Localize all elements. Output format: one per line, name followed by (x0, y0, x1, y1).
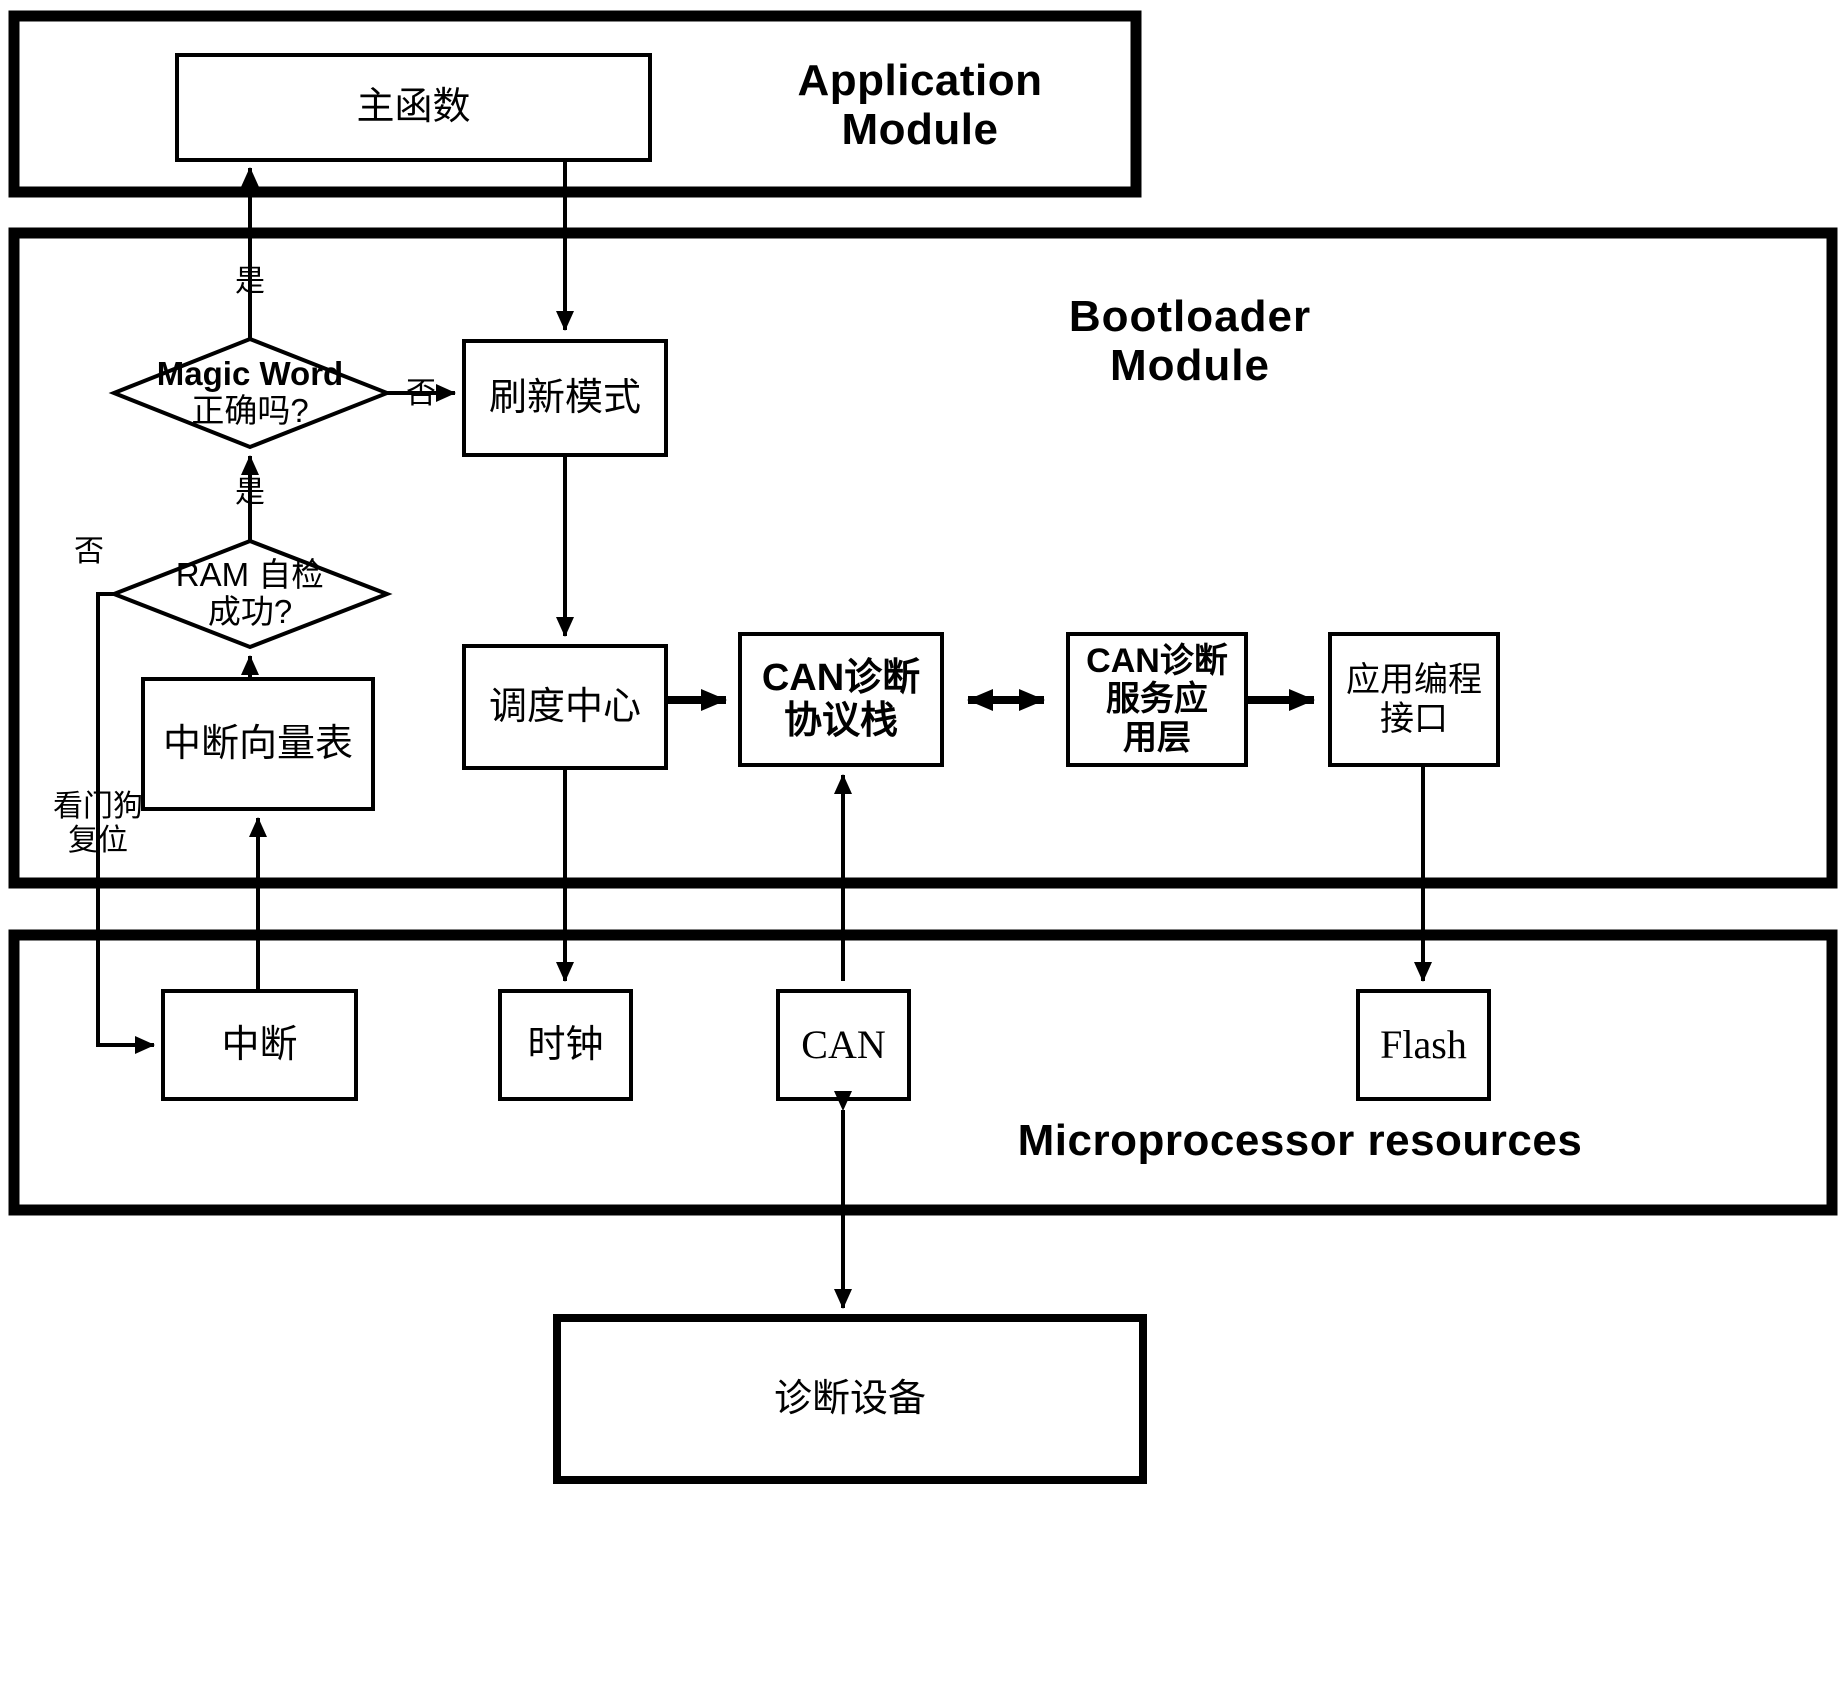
interrupt-vector-table-label: 中断向量表 (162, 722, 353, 765)
edge-label-magicword-yes: 是 (235, 265, 265, 299)
api-label: 应用编程 接口 (1346, 661, 1482, 738)
bootloader-module-title: Bootloader Module (1068, 291, 1312, 390)
magic-word-decision-line2: 正确吗? (191, 392, 309, 429)
edge-label-magicword-no: 否 (406, 377, 436, 411)
edge-label-watchdog-reset: 看门狗 复位 (53, 790, 143, 857)
edge-label-ram-no: 否 (74, 535, 104, 569)
magic-word-decision-label: Magic Word 正确吗? (132, 355, 368, 429)
clock-label: 时钟 (527, 1023, 604, 1066)
can-diag-service-app-layer-label: CAN诊断 服务应 用层 (1086, 642, 1228, 757)
diagram-canvas: Application Module Bootloader Module Mic… (0, 0, 1846, 1689)
ram-selftest-decision-line2: 成功? (207, 593, 293, 630)
refresh-mode-label: 刷新模式 (488, 376, 641, 419)
flash-label: Flash (1380, 1021, 1467, 1067)
microprocessor-resources-title: Microprocessor resources (1017, 1116, 1583, 1166)
application-module-title: Application Module (797, 55, 1043, 154)
diagnostic-device-label: 诊断设备 (773, 1377, 926, 1420)
can-diag-protocol-stack-label: CAN诊断 协议栈 (761, 656, 921, 742)
main-function-label: 主函数 (356, 86, 471, 129)
magic-word-decision-line1: Magic Word (156, 355, 344, 393)
can-label: CAN (801, 1021, 886, 1067)
edge-label-ram-yes: 是 (235, 476, 265, 510)
ram-selftest-decision-label: RAM 自检 成功? (132, 556, 368, 630)
ram-selftest-decision-line1: RAM 自检 (175, 556, 325, 594)
scheduling-center-label: 调度中心 (488, 685, 641, 728)
interrupt-label: 中断 (221, 1023, 298, 1066)
